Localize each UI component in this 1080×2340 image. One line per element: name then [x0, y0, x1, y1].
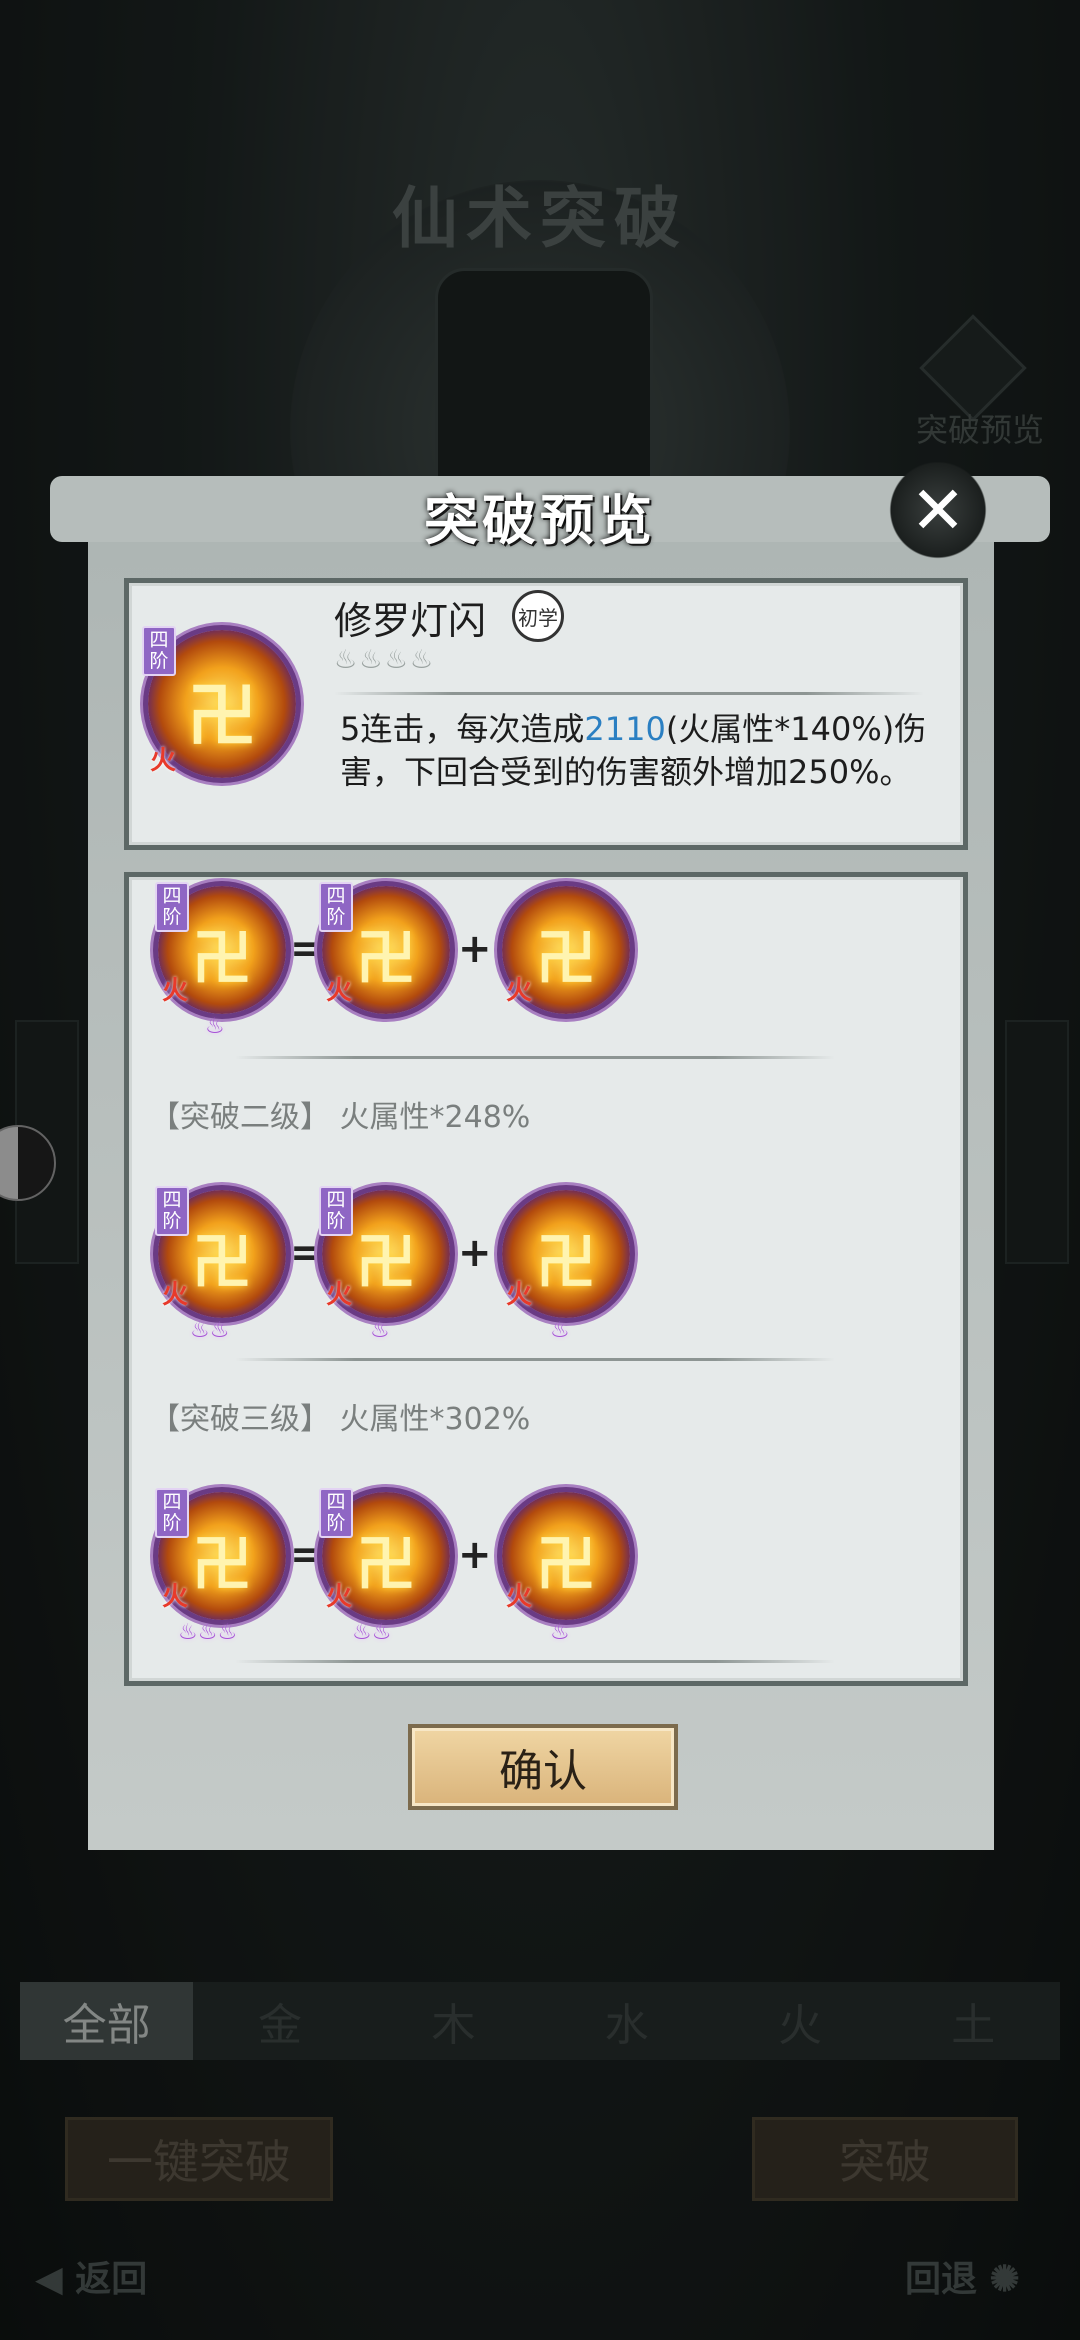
- confirm-button[interactable]: 确认: [408, 1724, 678, 1810]
- equals-sign: =: [290, 926, 324, 972]
- divider: [334, 692, 924, 695]
- skill-description: 5连击，每次造成2110(火属性*140%)伤害，下回合受到的伤害额外增加250…: [340, 708, 930, 794]
- close-icon: ✕: [910, 471, 966, 549]
- material-b-stars: ♨: [550, 1318, 570, 1343]
- plus-sign: +: [458, 1230, 492, 1276]
- element-fire-mark: 火: [150, 746, 177, 776]
- breakthrough-level-2-label: 【突破二级】 火属性*248%: [150, 1100, 531, 1135]
- result-stars: ♨♨♨: [178, 1620, 238, 1645]
- divider: [235, 1660, 835, 1663]
- tier-badge: 四阶: [319, 1488, 353, 1538]
- tier-badge: 四阶: [155, 1488, 189, 1538]
- damage-value: 2110: [584, 710, 666, 748]
- element-fire-mark: 火: [326, 1582, 353, 1612]
- desc-text-before: 5连击，每次造成: [340, 710, 585, 748]
- close-button[interactable]: ✕: [878, 460, 998, 560]
- element-fire-mark: 火: [326, 1280, 353, 1310]
- breakthrough-level-3-label: 【突破三级】 火属性*302%: [150, 1402, 531, 1437]
- divider: [235, 1056, 835, 1059]
- result-stars: ♨: [205, 1014, 225, 1039]
- divider: [235, 1358, 835, 1361]
- tier-badge: 四阶: [319, 882, 353, 932]
- rank-badge: 初学: [512, 590, 564, 642]
- material-a-stars: ♨: [370, 1318, 390, 1343]
- element-fire-mark: 火: [326, 976, 353, 1006]
- material-a-stars: ♨♨: [352, 1620, 392, 1645]
- element-fire-mark: 火: [162, 1280, 189, 1310]
- element-fire-mark: 火: [506, 1582, 533, 1612]
- element-fire-mark: 火: [506, 1280, 533, 1310]
- tier-badge: 四阶: [142, 626, 176, 676]
- element-fire-mark: 火: [162, 1582, 189, 1612]
- material-b-stars: ♨: [550, 1620, 570, 1645]
- plus-sign: +: [458, 1532, 492, 1578]
- result-stars: ♨♨: [190, 1318, 230, 1343]
- equals-sign: =: [290, 1230, 324, 1276]
- tier-badge: 四阶: [155, 1186, 189, 1236]
- element-fire-mark: 火: [162, 976, 189, 1006]
- plus-sign: +: [458, 926, 492, 972]
- tier-badge: 四阶: [155, 882, 189, 932]
- equals-sign: =: [290, 1532, 324, 1578]
- element-fire-mark: 火: [506, 976, 533, 1006]
- star-rating-icons: ♨♨♨♨: [334, 645, 436, 675]
- skill-name: 修罗灯闪: [334, 599, 487, 643]
- tier-badge: 四阶: [319, 1186, 353, 1236]
